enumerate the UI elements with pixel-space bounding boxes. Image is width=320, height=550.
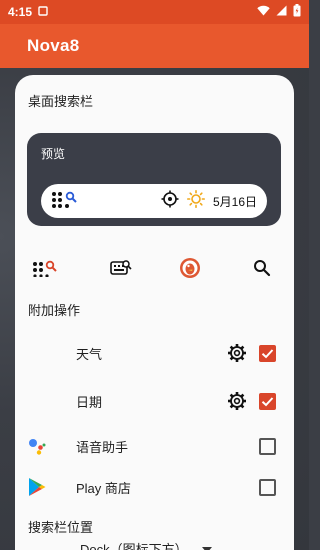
action-row-date[interactable]: 日期	[15, 384, 294, 418]
keyboard-search-icon[interactable]	[108, 255, 134, 281]
action-label-date: 日期	[76, 394, 103, 410]
date-checkbox[interactable]	[259, 392, 276, 410]
play-store-checkbox[interactable]	[259, 478, 276, 496]
date-settings-gear-icon[interactable]	[227, 391, 247, 411]
battery-icon	[293, 4, 301, 20]
search-bar-position-title: 搜索栏位置	[28, 520, 94, 535]
action-label-weather: 天气	[76, 346, 103, 362]
sun-weather-icon	[186, 189, 205, 213]
position-selected-value: Dock（图标下方）	[80, 542, 188, 550]
search-icon[interactable]	[249, 255, 275, 281]
signal-icon	[276, 5, 287, 19]
play-store-icon	[26, 476, 48, 498]
preview-label: 预览	[41, 147, 66, 161]
voice-assistant-checkbox[interactable]	[259, 437, 276, 455]
nova-search-icon	[51, 190, 79, 213]
action-label-voice-assistant: 语音助手	[76, 439, 129, 455]
search-provider-row	[15, 255, 294, 281]
settings-sheet: 桌面搜索栏 预览 5月16日 附加操作 天气 日期 语音助手 Play 商店 搜…	[15, 75, 294, 550]
action-row-voice-assistant[interactable]: 语音助手	[15, 429, 294, 463]
status-bar: 4:15	[0, 0, 309, 24]
weather-settings-gear-icon[interactable]	[227, 343, 247, 363]
app-title: Nova8	[27, 36, 80, 55]
action-label-play-store: Play 商店	[76, 480, 131, 496]
notification-icon	[38, 5, 48, 19]
search-bar-position-dropdown[interactable]: Dock（图标下方）	[80, 539, 212, 550]
duckduckgo-icon[interactable]	[177, 255, 203, 281]
action-row-weather[interactable]: 天气	[15, 336, 294, 370]
app-bar: Nova8	[0, 24, 309, 68]
search-bar-preview: 预览 5月16日	[27, 133, 281, 226]
crosshair-icon	[161, 190, 179, 213]
action-row-play-store[interactable]: Play 商店	[15, 470, 294, 504]
preview-date: 5月16日	[212, 194, 257, 209]
preview-search-pill: 5月16日	[41, 184, 267, 218]
nova-search-provider-icon[interactable]	[32, 255, 58, 281]
chevron-down-icon	[201, 541, 212, 550]
search-bar-section-title: 桌面搜索栏	[28, 94, 94, 109]
additional-actions-title: 附加操作	[28, 303, 81, 318]
google-assistant-icon	[26, 435, 48, 457]
wifi-icon	[257, 5, 270, 19]
weather-checkbox[interactable]	[259, 344, 276, 362]
status-time: 4:15	[8, 5, 33, 19]
